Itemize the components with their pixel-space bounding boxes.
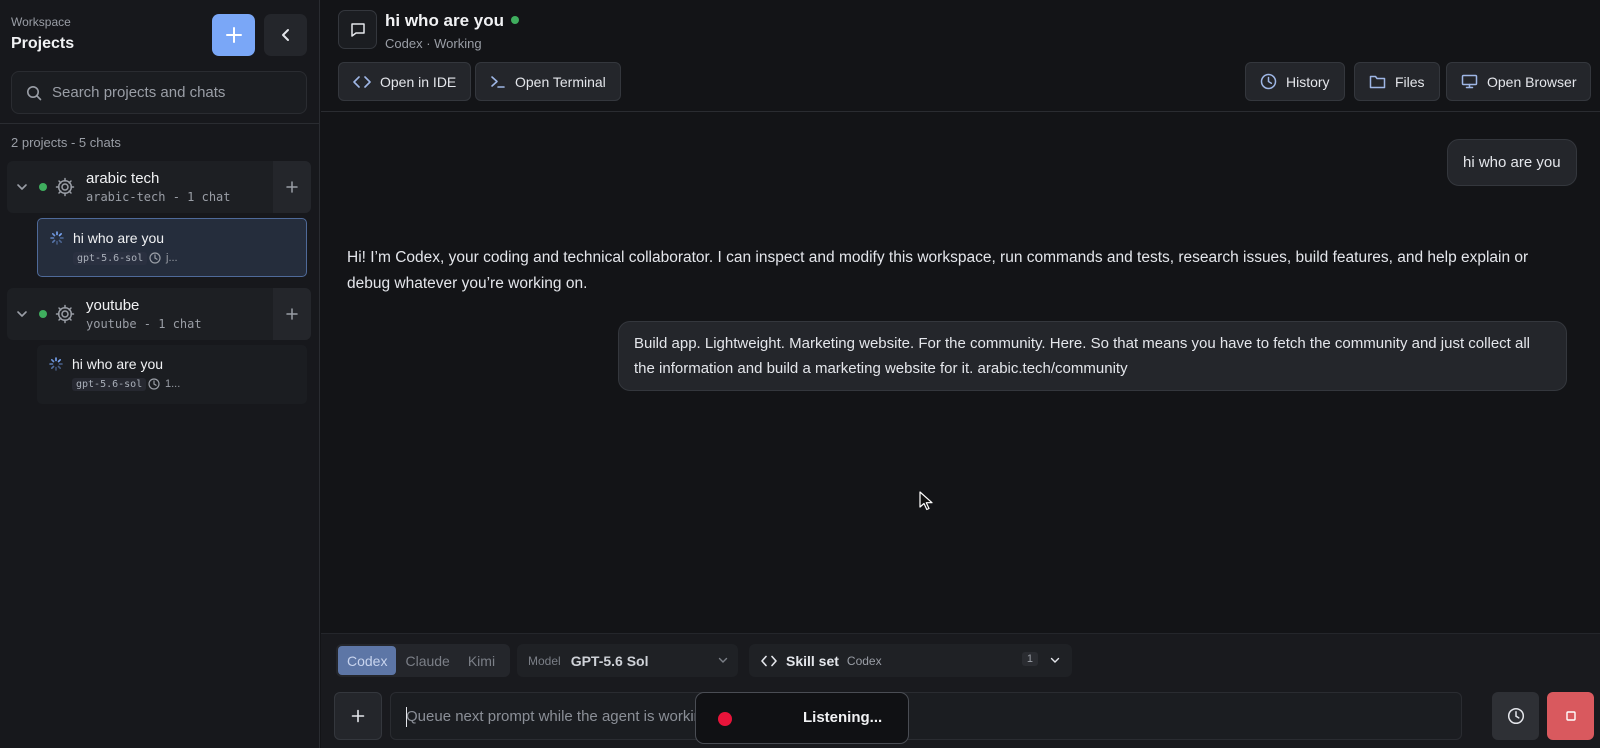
- queue-history-button[interactable]: [1492, 692, 1539, 740]
- message-text: Hi! I’m Codex, your coding and technical…: [347, 249, 1529, 292]
- folder-icon: [1369, 75, 1386, 89]
- prompt-input[interactable]: [391, 693, 1461, 739]
- chat-icon-button[interactable]: [338, 10, 377, 49]
- model-badge: gpt-5.6-sol: [72, 378, 147, 391]
- model-value: GPT-5.6 Sol: [570, 652, 649, 669]
- monitor-icon: [1461, 74, 1478, 89]
- user-message: Build app. Lightweight. Marketing websit…: [618, 321, 1567, 391]
- collapse-sidebar-button[interactable]: [264, 14, 307, 56]
- add-chat-button[interactable]: [273, 288, 311, 340]
- status-dot: [511, 16, 519, 24]
- chat-item[interactable]: hi who are you gpt-5.6-sol j...: [37, 218, 307, 277]
- assistant-message: Hi! I’m Codex, your coding and technical…: [347, 245, 1567, 297]
- chevron-down-icon[interactable]: [15, 307, 29, 321]
- model-select[interactable]: Model GPT-5.6 Sol: [517, 644, 738, 677]
- attach-button[interactable]: [334, 692, 382, 740]
- skill-count-badge: 1: [1021, 652, 1038, 666]
- terminal-icon: [491, 75, 505, 88]
- chat-time: 1...: [165, 378, 181, 390]
- search-icon: [27, 86, 42, 101]
- search-box: [11, 71, 307, 114]
- mouse-cursor-icon: [919, 491, 933, 511]
- chat-title: hi who are you: [72, 356, 164, 372]
- add-chat-button[interactable]: [273, 161, 311, 213]
- text-caret: [406, 707, 407, 727]
- status-dot: [39, 183, 47, 191]
- plus-icon: [225, 27, 242, 43]
- chat-item[interactable]: hi who are you gpt-5.6-sol 1...: [37, 345, 307, 404]
- workspace-label: Workspace: [11, 15, 71, 29]
- clock-icon: [148, 378, 160, 390]
- message-text: Build app. Lightweight. Marketing websit…: [634, 335, 1531, 377]
- project-meta: arabic-tech - 1 chat: [86, 190, 231, 204]
- project-chat-counts: 2 projects - 5 chats: [11, 135, 121, 150]
- clock-icon: [1260, 73, 1277, 90]
- open-terminal-label: Open Terminal: [515, 73, 606, 90]
- sidebar: Workspace Projects 2 projects - 5 chats …: [0, 0, 320, 748]
- search-input[interactable]: [52, 72, 302, 113]
- project-name: youtube: [86, 297, 140, 314]
- open-ide-label: Open in IDE: [380, 73, 457, 90]
- chevron-down-icon: [718, 657, 728, 663]
- agent-selector: Codex Claude Kimi: [336, 644, 510, 677]
- plus-icon: [286, 308, 298, 320]
- chat-subtitle: Codex · Working: [385, 36, 482, 51]
- gear-icon[interactable]: [54, 303, 76, 325]
- chat-title: hi who are you: [385, 11, 505, 30]
- plus-icon: [351, 709, 365, 723]
- loading-spinner-icon: [50, 231, 64, 245]
- clock-icon: [149, 252, 161, 264]
- chat-header: hi who are you Codex · Working Open in I…: [321, 0, 1600, 112]
- chevron-left-icon: [281, 29, 289, 41]
- open-browser-label: Open Browser: [1487, 73, 1577, 90]
- prompt-box: [390, 692, 1462, 740]
- history-label: History: [1286, 73, 1330, 90]
- main-panel: hi who are you Codex · Working Open in I…: [321, 0, 1600, 748]
- chat-time: j...: [166, 252, 178, 264]
- skill-set-select[interactable]: Skill set Codex 1: [749, 644, 1072, 677]
- project-row-youtube[interactable]: youtube youtube - 1 chat: [7, 288, 311, 340]
- sidebar-divider: [0, 123, 320, 124]
- status-dot: [39, 310, 47, 318]
- listening-label: Listening...: [803, 709, 883, 726]
- agent-tab-kimi[interactable]: Kimi: [459, 646, 504, 675]
- chevron-down-icon: [1050, 657, 1060, 663]
- listening-indicator[interactable]: Listening...: [695, 692, 909, 744]
- chevron-down-icon[interactable]: [15, 180, 29, 194]
- open-ide-button[interactable]: Open in IDE: [338, 62, 472, 101]
- model-label: Model: [528, 653, 561, 668]
- skill-set-label: Skill set: [786, 652, 839, 669]
- stop-icon: [1565, 711, 1576, 721]
- open-terminal-button[interactable]: Open Terminal: [475, 62, 621, 101]
- project-row-arabic-tech[interactable]: arabic tech arabic-tech - 1 chat: [7, 161, 311, 213]
- agent-tab-codex[interactable]: Codex: [338, 646, 397, 675]
- files-label: Files: [1395, 73, 1425, 90]
- clock-icon: [1507, 707, 1524, 725]
- model-badge: gpt-5.6-sol: [73, 252, 148, 265]
- stop-button[interactable]: [1547, 692, 1594, 740]
- plus-icon: [286, 181, 298, 193]
- user-message: hi who are you: [1447, 139, 1577, 186]
- history-button[interactable]: History: [1245, 62, 1345, 101]
- chat-bubble-icon: [350, 22, 365, 37]
- chat-title: hi who are you: [73, 230, 165, 246]
- new-project-button[interactable]: [212, 14, 255, 56]
- loading-spinner-icon: [49, 357, 63, 371]
- code-icon: [353, 75, 371, 88]
- files-button[interactable]: Files: [1354, 62, 1440, 101]
- project-name: arabic tech: [86, 170, 160, 187]
- record-dot-icon: [718, 712, 732, 726]
- open-browser-button[interactable]: Open Browser: [1446, 62, 1592, 101]
- project-meta: youtube - 1 chat: [86, 317, 202, 331]
- agent-tab-claude[interactable]: Claude: [396, 646, 458, 675]
- code-icon: [761, 655, 777, 666]
- gear-icon[interactable]: [54, 176, 76, 198]
- skill-set-value: Codex: [846, 653, 882, 668]
- message-text: hi who are you: [1463, 154, 1561, 171]
- sidebar-title: Projects: [11, 35, 75, 52]
